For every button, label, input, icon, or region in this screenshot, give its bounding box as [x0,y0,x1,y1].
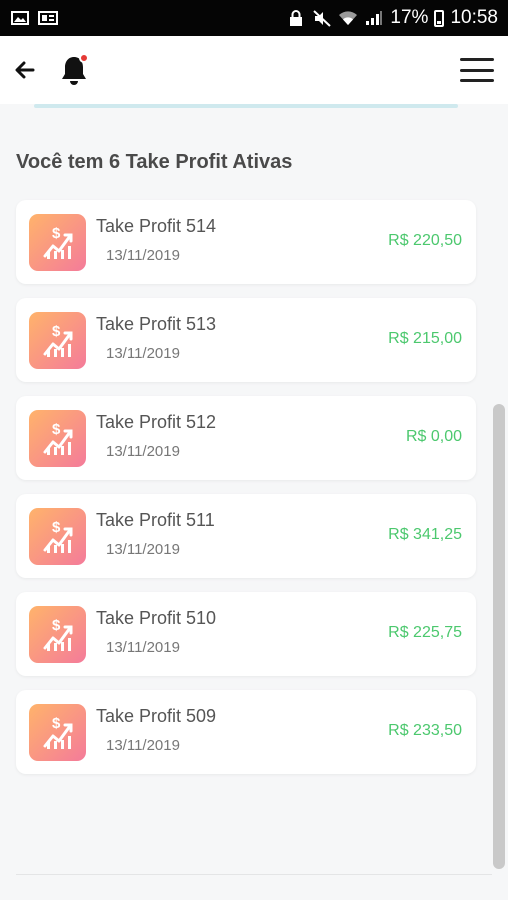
svg-text:$: $ [52,519,61,536]
card-date: 13/11/2019 [106,639,180,656]
card-title: Take Profit 509 [96,706,217,726]
arrow-left-icon[interactable] [14,59,36,81]
take-profit-card[interactable]: $ Take Profit 512 13/11/2019 R$ 0,00 [16,396,476,480]
card-title: Take Profit 513 [96,314,217,334]
take-profit-card[interactable]: $ Take Profit 514 13/11/2019 R$ 220,50 [16,200,476,284]
svg-text:$: $ [52,421,61,438]
card-date: 13/11/2019 [106,541,180,558]
top-accent-bar [34,104,458,108]
status-time: 10:58 [450,7,498,28]
image-icon [10,11,30,26]
card-title: Take Profit 514 [96,216,217,236]
notification-button[interactable] [58,52,90,88]
profit-chart-icon: $ [29,508,86,565]
bottom-divider [16,874,492,875]
scrollbar-thumb[interactable] [493,404,505,869]
card-amount: R$ 215,00 [388,330,462,347]
signal-icon [364,11,384,26]
battery-percent: 17% [390,7,429,28]
profit-chart-icon: $ [29,410,86,467]
card-amount: R$ 0,00 [405,428,462,445]
card-title: Take Profit 511 [96,510,215,530]
svg-text:$: $ [52,617,61,634]
profit-chart-icon: $ [29,312,86,369]
status-right-group: 17% 10:58 [286,7,498,29]
card-title: Take Profit 510 [96,608,217,628]
take-profit-card[interactable]: $ Take Profit 511 13/11/2019 R$ 341,25 [16,494,476,578]
take-profit-card[interactable]: $ Take Profit 513 13/11/2019 R$ 215,00 [16,298,476,382]
card-amount: R$ 233,50 [388,722,462,739]
card-date: 13/11/2019 [106,345,180,362]
svg-text:$: $ [52,323,61,340]
card-amount: R$ 341,25 [388,526,462,543]
profit-chart-icon: $ [29,606,86,663]
mute-icon [312,9,332,27]
status-bar: 17% 10:58 [0,0,508,36]
page-heading: Você tem 6 Take Profit Ativas [16,151,293,173]
card-amount: R$ 220,50 [388,232,462,249]
take-profit-card[interactable]: $ Take Profit 509 13/11/2019 R$ 233,50 [16,690,476,774]
wifi-icon [338,11,358,26]
card-amount: R$ 225,75 [388,624,462,641]
card-title: Take Profit 512 [96,412,217,432]
lock-icon [286,9,306,26]
profit-chart-icon: $ [29,214,86,271]
profit-chart-icon: $ [29,704,86,761]
gallery-icon [38,11,58,26]
card-date: 13/11/2019 [106,247,180,264]
hamburger-menu-icon[interactable] [460,58,494,82]
card-date: 13/11/2019 [106,737,180,754]
svg-text:$: $ [52,225,61,242]
notification-dot [79,53,89,63]
scrollbar-track[interactable] [493,104,505,900]
svg-text:$: $ [52,715,61,732]
card-date: 13/11/2019 [106,443,180,460]
take-profit-list-screen: Você tem 6 Take Profit Ativas $ Take Pro… [0,104,508,900]
battery-icon [434,9,445,27]
status-left-icons [10,11,58,26]
take-profit-card[interactable]: $ Take Profit 510 13/11/2019 R$ 225,75 [16,592,476,676]
app-bar [0,36,508,104]
